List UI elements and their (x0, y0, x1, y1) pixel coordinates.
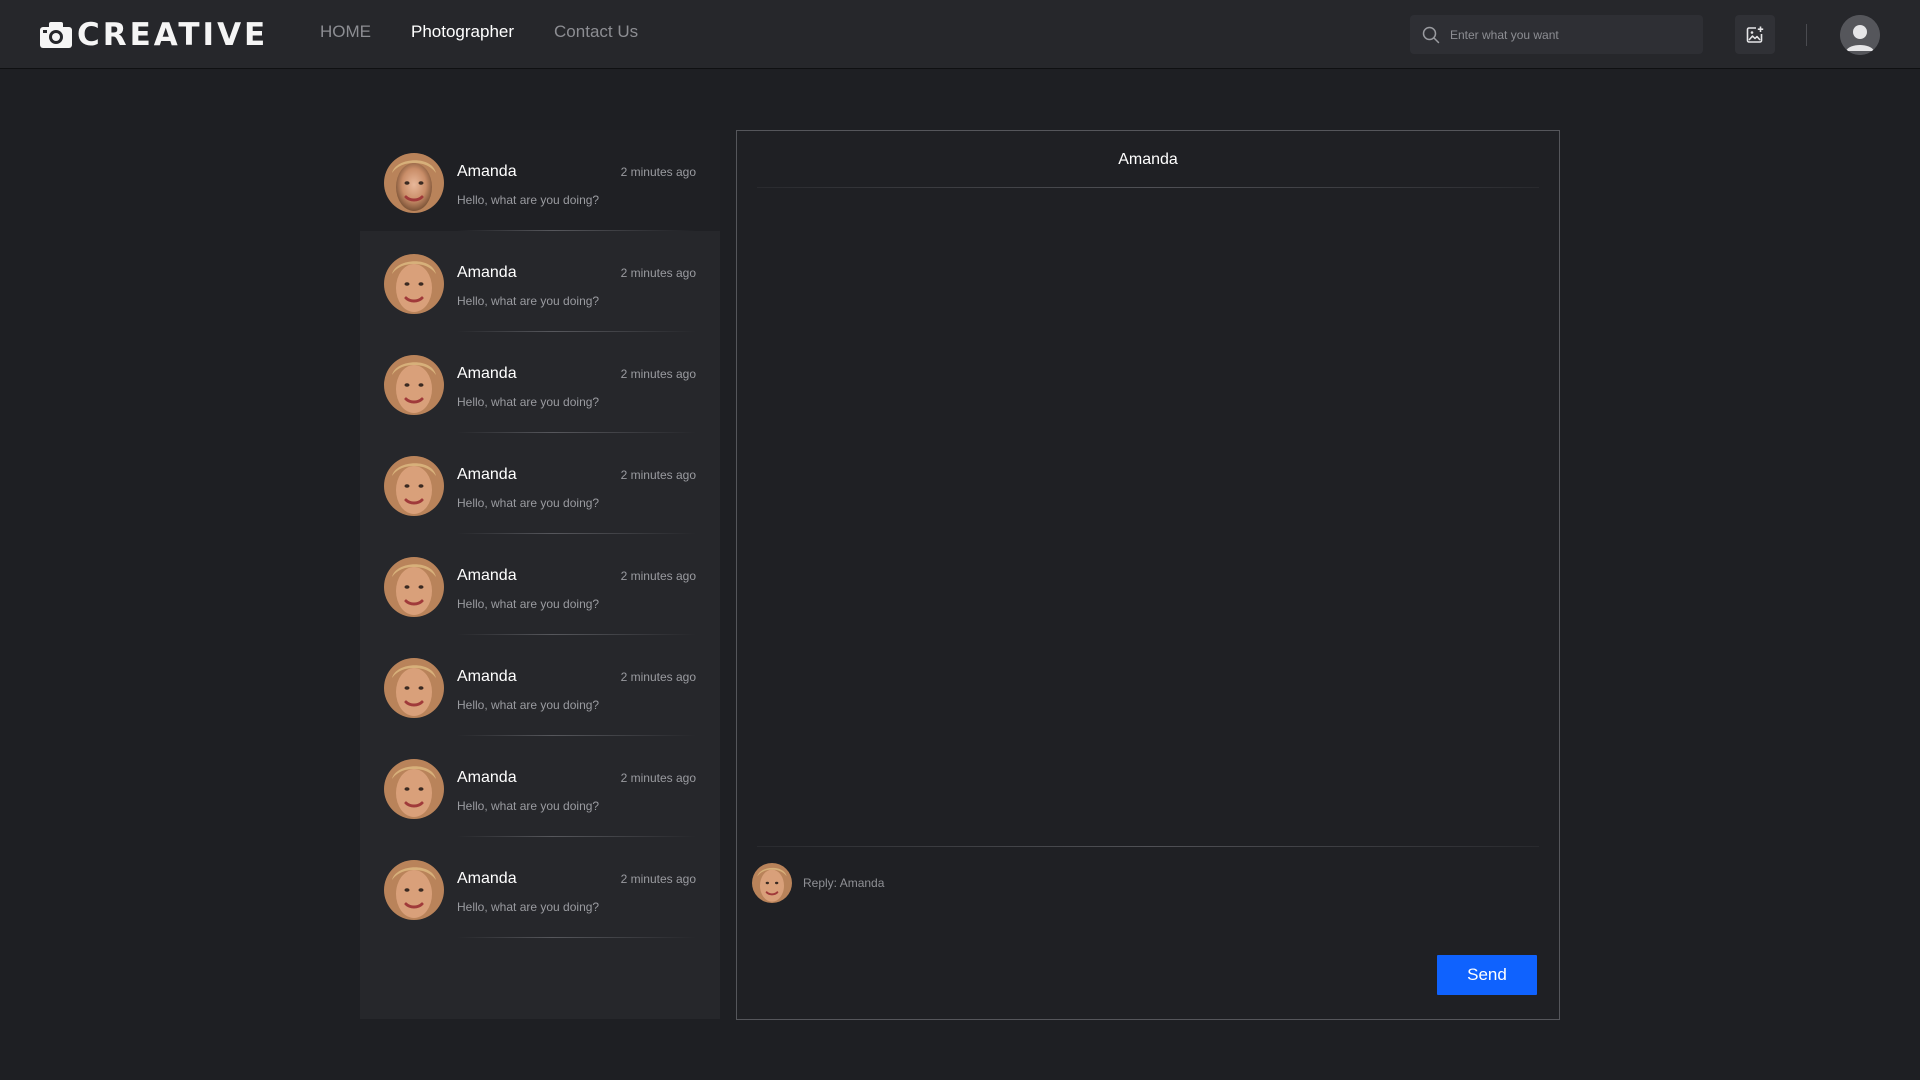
message-time: 2 minutes ago (620, 367, 696, 381)
message-time: 2 minutes ago (620, 266, 696, 280)
main-nav: HOME Photographer Contact Us (320, 22, 638, 42)
message-area[interactable] (737, 188, 1559, 846)
avatar (384, 557, 444, 617)
upload-image-button[interactable] (1735, 15, 1775, 54)
conversation-item[interactable]: Amanda 2 minutes ago Hello, what are you… (360, 736, 720, 837)
message-time: 2 minutes ago (620, 468, 696, 482)
logo[interactable]: CREATIVE (39, 17, 269, 53)
contact-name: Amanda (457, 264, 517, 281)
conversation-item[interactable]: Amanda 2 minutes ago Hello, what are you… (360, 433, 720, 534)
divider (457, 937, 696, 938)
conversation-item[interactable]: Amanda 2 minutes ago Hello, what are you… (360, 837, 720, 938)
message-preview: Hello, what are you doing? (457, 294, 600, 308)
message-time: 2 minutes ago (620, 165, 696, 179)
conversation-item[interactable]: Amanda 2 minutes ago Hello, what are you… (360, 231, 720, 332)
chat-title: Amanda (1118, 151, 1178, 168)
camera-logo-icon (40, 22, 72, 48)
reply-recipient: Amanda (839, 876, 885, 890)
image-upload-icon (1746, 26, 1764, 43)
message-preview: Hello, what are you doing? (457, 799, 600, 813)
reply-input[interactable] (803, 891, 1503, 951)
nav-photographer[interactable]: Photographer (411, 22, 514, 42)
contact-name: Amanda (457, 769, 517, 786)
reply-divider (757, 846, 1539, 847)
message-time: 2 minutes ago (620, 670, 696, 684)
avatar (384, 759, 444, 819)
message-time: 2 minutes ago (620, 569, 696, 583)
contact-name: Amanda (457, 668, 517, 685)
conversation-list: Amanda 2 minutes ago Hello, what are you… (360, 130, 720, 1019)
contact-name: Amanda (457, 466, 517, 483)
message-preview: Hello, what are you doing? (457, 496, 600, 510)
conversation-item[interactable]: Amanda 2 minutes ago Hello, what are you… (360, 332, 720, 433)
contact-name: Amanda (457, 870, 517, 887)
message-time: 2 minutes ago (620, 771, 696, 785)
message-time: 2 minutes ago (620, 872, 696, 886)
header-divider (1806, 24, 1807, 46)
avatar (384, 153, 444, 213)
avatar (384, 456, 444, 516)
top-navigation-bar: CREATIVE HOME Photographer Contact Us (0, 0, 1920, 69)
conversation-item[interactable]: Amanda 2 minutes ago Hello, what are you… (360, 130, 720, 231)
nav-home[interactable]: HOME (320, 22, 371, 42)
avatar (384, 860, 444, 920)
conversation-item[interactable]: Amanda 2 minutes ago Hello, what are you… (360, 635, 720, 736)
logo-text: CREATIVE (77, 17, 269, 53)
conversation-item[interactable]: Amanda 2 minutes ago Hello, what are you… (360, 534, 720, 635)
message-preview: Hello, what are you doing? (457, 395, 600, 409)
reply-label: Reply: Amanda (803, 876, 884, 890)
contact-name: Amanda (457, 567, 517, 584)
contact-name: Amanda (457, 365, 517, 382)
avatar (384, 355, 444, 415)
user-avatar-icon (1840, 15, 1880, 55)
search-box (1410, 15, 1703, 54)
avatar (384, 658, 444, 718)
message-preview: Hello, what are you doing? (457, 597, 600, 611)
search-icon (1422, 26, 1440, 43)
send-button[interactable]: Send (1437, 955, 1537, 995)
message-preview: Hello, what are you doing? (457, 698, 600, 712)
message-preview: Hello, what are you doing? (457, 193, 600, 207)
chat-panel: Amanda Reply: Amanda Send (736, 130, 1560, 1020)
nav-contact-us[interactable]: Contact Us (554, 22, 638, 42)
avatar (384, 254, 444, 314)
reply-avatar (752, 863, 792, 903)
message-preview: Hello, what are you doing? (457, 900, 600, 914)
search-input[interactable] (1450, 27, 1680, 42)
contact-name: Amanda (457, 163, 517, 180)
user-avatar[interactable] (1840, 15, 1880, 55)
reply-prefix: Reply: (803, 876, 838, 890)
